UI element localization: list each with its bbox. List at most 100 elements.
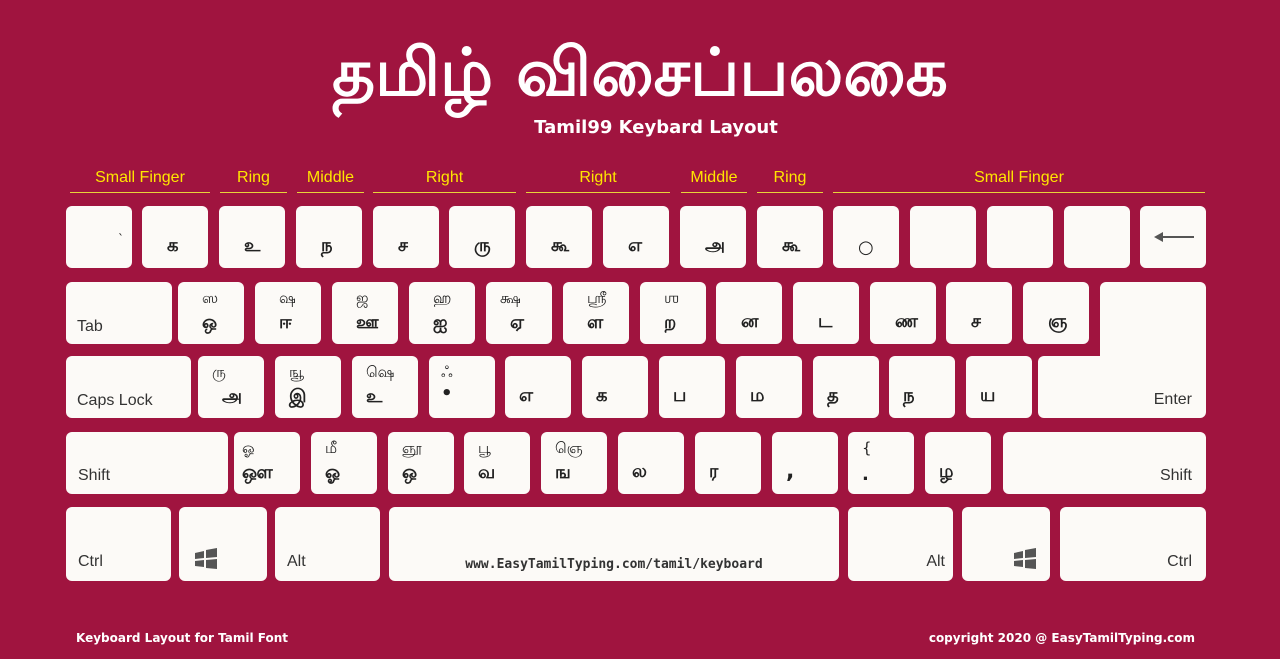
key-glyph: எ — [519, 385, 534, 406]
key-shift-glyph: ஷெ — [366, 363, 395, 381]
key-h[interactable]: க — [582, 356, 648, 418]
key-c[interactable]: ஞூ ஒ — [388, 432, 454, 494]
key-t[interactable]: க்ஷ ஏ — [486, 282, 552, 344]
key-right-windows[interactable] — [962, 507, 1050, 581]
finger-label-left-ring: Ring — [220, 166, 287, 193]
key-n[interactable]: ல — [618, 432, 684, 494]
key-label: Shift — [1159, 467, 1192, 484]
key-i[interactable]: ன — [716, 282, 782, 344]
key-glyph: ர — [709, 461, 719, 482]
key-left-shift[interactable]: Shift — [66, 432, 228, 494]
key-glyph: ச — [398, 235, 408, 256]
key-left-bracket[interactable]: ச — [946, 282, 1012, 344]
key-left-ctrl[interactable]: Ctrl — [66, 507, 171, 581]
key-glyph: ழ — [939, 461, 954, 482]
key-backspace[interactable] — [1140, 206, 1206, 268]
key-0[interactable]: ○ — [833, 206, 899, 268]
key-g[interactable]: எ — [505, 356, 571, 418]
footer-copyright: copyright 2020 @ EasyTamilTyping.com — [928, 631, 1195, 645]
key-3[interactable]: ந — [296, 206, 362, 268]
key-glyph: த — [827, 385, 839, 406]
key-right-shift[interactable]: Shift — [1003, 432, 1206, 494]
key-equals[interactable] — [987, 206, 1053, 268]
key-k[interactable]: ம — [736, 356, 802, 418]
key-glyph: ன — [741, 311, 759, 332]
key-glyph: ம — [750, 385, 765, 406]
key-9[interactable]: கூ — [757, 206, 823, 268]
key-shift-glyph: ஞெ — [555, 439, 583, 457]
key-v[interactable]: பூ வ — [464, 432, 530, 494]
key-backtick[interactable]: ` — [66, 206, 132, 268]
key-m[interactable]: ர — [695, 432, 761, 494]
key-5[interactable]: ரு — [449, 206, 515, 268]
key-x[interactable]: மீ ஓ — [311, 432, 377, 494]
key-4[interactable]: ச — [373, 206, 439, 268]
key-glyph: , — [786, 459, 795, 484]
key-shift-glyph: ஸ்ரீ — [587, 289, 607, 307]
key-tab[interactable]: Tab — [66, 282, 172, 344]
key-glyph: அ — [705, 235, 726, 256]
key-q[interactable]: ஸஒ — [178, 282, 244, 344]
key-shift-glyph: மீ — [325, 439, 338, 457]
key-o[interactable]: ட — [793, 282, 859, 344]
key-right-alt[interactable]: Alt — [848, 507, 953, 581]
key-u[interactable]: ஶற — [640, 282, 706, 344]
key-j[interactable]: ப — [659, 356, 725, 418]
key-quote[interactable]: ய — [966, 356, 1032, 418]
key-minus[interactable] — [910, 206, 976, 268]
key-glyph: ` — [118, 232, 124, 246]
finger-label-right-middle: Middle — [681, 166, 747, 193]
backspace-arrow-icon — [1154, 232, 1194, 242]
key-7[interactable]: எ — [603, 206, 669, 268]
key-label: Shift — [78, 467, 111, 484]
key-8[interactable]: அ — [680, 206, 746, 268]
key-caps-lock[interactable]: Caps Lock — [66, 356, 191, 418]
key-glyph: அ — [222, 386, 243, 407]
key-glyph: . — [862, 464, 869, 485]
key-e[interactable]: ஜஊ — [332, 282, 398, 344]
key-space[interactable]: www.EasyTamilTyping.com/tamil/keyboard — [389, 507, 839, 581]
key-enter-top[interactable] — [1100, 282, 1206, 362]
key-d[interactable]: ஷெ உ — [352, 356, 418, 418]
key-l[interactable]: த — [813, 356, 879, 418]
key-glyph: உ — [366, 386, 383, 407]
key-glyph: ரு — [474, 235, 491, 256]
page-title: தமிழ் விசைப்பலகை — [332, 34, 948, 111]
key-right-ctrl[interactable]: Ctrl — [1060, 507, 1206, 581]
key-left-windows[interactable] — [179, 507, 267, 581]
key-p[interactable]: ண — [870, 282, 936, 344]
key-z[interactable]: ஓஔ — [234, 432, 300, 494]
key-shift-glyph: { — [862, 439, 872, 457]
key-b[interactable]: ஞெ ங — [541, 432, 607, 494]
key-shift-glyph: ஃ — [441, 363, 453, 381]
key-slash[interactable]: ழ — [925, 432, 991, 494]
key-6[interactable]: கூ — [526, 206, 592, 268]
key-r[interactable]: ஹஐ — [409, 282, 475, 344]
key-glyph: ப — [673, 385, 687, 406]
key-shift-glyph: ஞூ — [402, 439, 422, 457]
key-1[interactable]: க — [142, 206, 208, 268]
footer-caption: Keyboard Layout for Tamil Font — [76, 631, 289, 645]
finger-label-right-index: Right — [526, 166, 670, 193]
key-glyph: ந — [321, 235, 333, 256]
key-enter[interactable]: Enter — [1038, 356, 1206, 418]
key-glyph: கூ — [782, 235, 801, 256]
key-s[interactable]: ஙூ இ — [275, 356, 341, 418]
key-glyph: ஒ — [402, 462, 418, 483]
key-blank[interactable] — [1064, 206, 1130, 268]
key-w[interactable]: ஷஈ — [255, 282, 321, 344]
key-glyph: ள — [587, 312, 604, 333]
key-shift-glyph: ஸ — [202, 289, 219, 307]
key-semicolon[interactable]: ந — [889, 356, 955, 418]
key-glyph: ட — [818, 311, 833, 332]
key-period[interactable]: {. — [848, 432, 914, 494]
key-right-bracket[interactable]: ஞ — [1023, 282, 1089, 344]
key-glyph: ஓ — [325, 462, 341, 483]
key-a[interactable]: ரு அ — [198, 356, 264, 418]
key-comma[interactable]: , — [772, 432, 838, 494]
key-f[interactable]: ஃ • — [429, 356, 495, 418]
key-glyph: ஔ — [242, 462, 273, 483]
key-left-alt[interactable]: Alt — [275, 507, 380, 581]
key-y[interactable]: ஸ்ரீ ள — [563, 282, 629, 344]
key-2[interactable]: உ — [219, 206, 285, 268]
